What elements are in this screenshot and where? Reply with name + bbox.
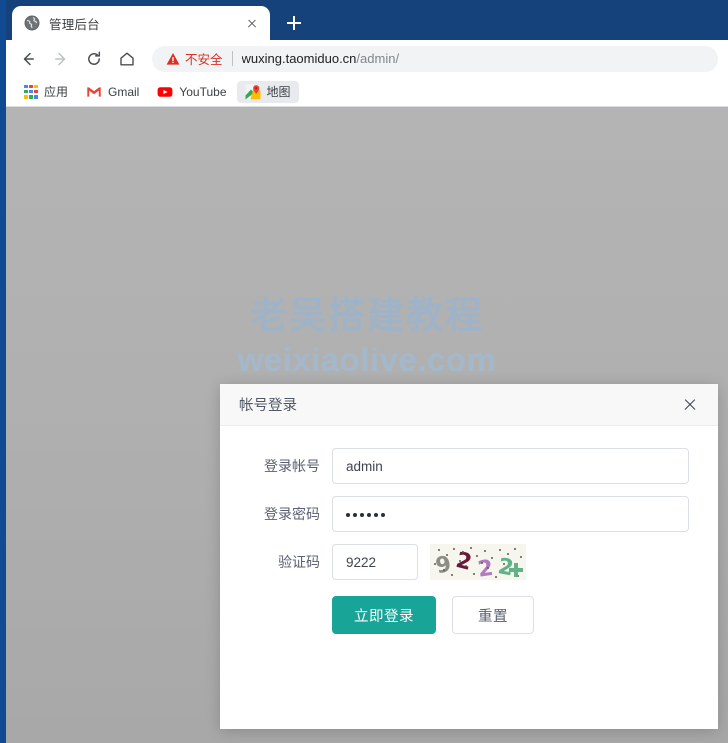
login-dialog: 帐号登录 登录帐号 admin 登录密码 验证码 9222 9 2 2 2 立即… — [220, 384, 718, 729]
forward-arrow-icon — [55, 52, 66, 65]
bookmark-apps-label: 应用 — [44, 85, 69, 99]
security-status-label: 不安全 — [185, 53, 223, 67]
tab-title: 管理后台 — [49, 17, 100, 32]
reset-button[interactable]: 重置 — [452, 596, 534, 634]
omnibox-divider — [231, 51, 233, 66]
password-label: 登录密码 — [264, 506, 320, 522]
back-arrow-icon — [23, 52, 34, 65]
bookmark-youtube-label: YouTube — [179, 84, 227, 99]
home-button[interactable] — [113, 45, 141, 73]
close-icon[interactable] — [680, 395, 700, 415]
reload-icon — [88, 51, 101, 65]
form-row-password: 登录密码 — [220, 496, 689, 532]
warning-triangle-icon — [166, 52, 180, 65]
captcha-value: 9222 — [346, 554, 377, 570]
username-value: admin — [346, 458, 383, 474]
bookmark-maps-label: 地图 — [266, 85, 291, 99]
url-text: wuxing.taomiduo.cn/admin/ — [242, 51, 400, 66]
form-row-username: 登录帐号 admin — [220, 448, 689, 484]
forward-button[interactable] — [47, 45, 75, 73]
apps-grid-icon — [24, 84, 38, 99]
username-input[interactable]: admin — [332, 448, 689, 484]
browser-window: 管理后台 不安全 wuxing.taomiduo.cn/admin/ 应用 Gm… — [0, 0, 728, 743]
bookmark-gmail-label: Gmail — [108, 84, 140, 99]
browser-toolbar: 不安全 wuxing.taomiduo.cn/admin/ — [6, 40, 728, 77]
globe-icon — [24, 15, 40, 31]
reload-button[interactable] — [80, 45, 108, 73]
captcha-label: 验证码 — [278, 554, 320, 570]
bookmark-apps[interactable]: 应用 — [16, 81, 76, 103]
back-button[interactable] — [14, 45, 42, 73]
dialog-header: 帐号登录 — [220, 384, 718, 426]
gmail-icon — [87, 86, 101, 97]
dialog-title: 帐号登录 — [239, 398, 297, 414]
bookmarks-bar: 应用 Gmail YouTube 地图 — [6, 77, 728, 107]
bookmark-maps[interactable]: 地图 — [236, 80, 299, 103]
url-path: /admin/ — [356, 51, 400, 66]
browser-tab[interactable]: 管理后台 — [12, 6, 270, 40]
submit-login-button[interactable]: 立即登录 — [332, 596, 436, 634]
watermark-line-2: weixiaolive.com — [237, 341, 497, 379]
omnibox[interactable]: 不安全 wuxing.taomiduo.cn/admin/ — [152, 45, 718, 72]
captcha-image[interactable]: 9 2 2 2 — [430, 544, 526, 580]
password-masked-value — [346, 512, 385, 517]
page-viewport: 老吴搭建教程 weixiaolive.com 帐号登录 登录帐号 admin 登… — [6, 107, 728, 743]
form-row-captcha: 验证码 9222 9 2 2 2 — [220, 544, 689, 580]
bookmark-gmail[interactable]: Gmail — [78, 81, 147, 103]
new-tab-button[interactable] — [280, 9, 308, 37]
dialog-button-row: 立即登录 重置 — [220, 596, 689, 634]
home-icon — [120, 52, 134, 65]
youtube-icon — [157, 86, 173, 97]
captcha-input[interactable]: 9222 — [332, 544, 418, 580]
password-input[interactable] — [332, 496, 689, 532]
tab-close-icon[interactable] — [242, 13, 262, 33]
bookmark-youtube[interactable]: YouTube — [149, 81, 234, 103]
url-host: wuxing.taomiduo.cn — [241, 51, 357, 66]
dialog-body: 登录帐号 admin 登录密码 验证码 9222 9 2 2 2 立即登录 重置 — [220, 426, 718, 729]
google-maps-icon — [245, 84, 261, 99]
username-label: 登录帐号 — [264, 458, 320, 474]
tab-strip: 管理后台 — [6, 0, 728, 40]
watermark-line-1: 老吴搭建教程 — [250, 295, 484, 336]
page-watermark: 老吴搭建教程 weixiaolive.com — [6, 293, 728, 381]
